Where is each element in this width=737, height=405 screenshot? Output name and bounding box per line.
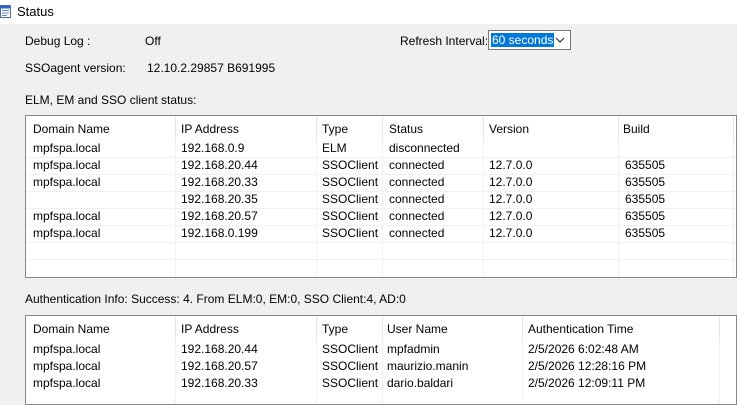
column-header[interactable]: Build: [623, 122, 650, 136]
column-header[interactable]: Domain Name: [33, 122, 110, 136]
cell-build: 635505: [625, 209, 666, 223]
cell-version: 12.7.0.0: [489, 226, 533, 240]
auth-info-table[interactable]: Domain Name IP Address Type User Name Au…: [25, 315, 737, 405]
cell-domain: mpfspa.local: [33, 376, 101, 390]
table-row[interactable]: mpfspa.local 192.168.20.57 SSOClient con…: [26, 208, 736, 226]
cell-build: 635505: [625, 158, 666, 172]
cell-ip: 192.168.20.44: [181, 158, 258, 172]
table-row[interactable]: mpfspa.local 192.168.20.44 SSOClient mpf…: [26, 341, 736, 358]
cell-ip: 192.168.20.44: [181, 342, 258, 356]
cell-ip: 192.168.0.199: [181, 226, 258, 240]
cell-status: connected: [389, 158, 445, 172]
window-title: Status: [17, 4, 54, 19]
app-window-icon: [0, 5, 11, 18]
cell-status: connected: [389, 192, 445, 206]
cell-domain: mpfspa.local: [33, 175, 101, 189]
cell-status: connected: [389, 175, 445, 189]
cell-version: 12.7.0.0: [489, 192, 533, 206]
cell-user: mpfadmin: [387, 342, 440, 356]
cell-version: 12.7.0.0: [489, 209, 533, 223]
table-row[interactable]: mpfspa.local 192.168.20.33 SSOClient dar…: [26, 375, 736, 392]
cell-status: connected: [389, 226, 445, 240]
table-row[interactable]: 192.168.20.35 SSOClient connected 12.7.0…: [26, 191, 736, 209]
cell-ip: 192.168.0.9: [181, 141, 245, 155]
cell-build: 635505: [625, 192, 666, 206]
cell-type: SSOClient: [322, 342, 379, 356]
table-row[interactable]: mpfspa.local 192.168.0.9 ELM disconnecte…: [26, 140, 736, 158]
cell-auth-time: 2/5/2026 12:28:16 PM: [528, 359, 647, 373]
column-header[interactable]: Status: [389, 122, 423, 136]
cell-status: connected: [389, 209, 445, 223]
cell-type: ELM: [322, 141, 347, 155]
debug-log-label: Debug Log :: [25, 34, 91, 48]
ssoagent-version-label: SSOagent version:: [25, 61, 126, 75]
cell-type: SSOClient: [322, 209, 379, 223]
cell-build: 635505: [625, 226, 666, 240]
cell-ip: 192.168.20.33: [181, 175, 258, 189]
cell-domain: mpfspa.local: [33, 342, 101, 356]
cell-auth-time: 2/5/2026 6:02:48 AM: [528, 342, 639, 356]
cell-type: SSOClient: [322, 226, 379, 240]
cell-type: SSOClient: [322, 158, 379, 172]
cell-domain: mpfspa.local: [33, 158, 101, 172]
cell-ip: 192.168.20.33: [181, 376, 258, 390]
refresh-interval-select[interactable]: 60 seconds: [488, 30, 571, 50]
column-header[interactable]: IP Address: [181, 122, 239, 136]
cell-user: maurizio.manin: [387, 359, 469, 373]
cell-type: SSOClient: [322, 359, 379, 373]
column-header[interactable]: IP Address: [181, 322, 239, 336]
auth-info-label: Authentication Info: Success: 4. From EL…: [25, 292, 406, 306]
column-header[interactable]: Authentication Time: [528, 322, 633, 336]
client-status-table[interactable]: Domain Name IP Address Type Status Versi…: [25, 115, 737, 278]
cell-version: 12.7.0.0: [489, 175, 533, 189]
ssoagent-version-value: 12.10.2.29857 B691995: [147, 61, 276, 75]
refresh-interval-label: Refresh Interval:: [400, 34, 489, 48]
cell-ip: 192.168.20.57: [181, 359, 258, 373]
cell-type: SSOClient: [322, 175, 379, 189]
cell-ip: 192.168.20.35: [181, 192, 258, 206]
cell-domain: mpfspa.local: [33, 141, 101, 155]
refresh-interval-value: 60 seconds: [491, 33, 555, 47]
cell-user: dario.baldari: [387, 376, 454, 390]
column-header[interactable]: Domain Name: [33, 322, 110, 336]
column-header[interactable]: Version: [489, 122, 529, 136]
table-row[interactable]: mpfspa.local 192.168.20.57 SSOClient mau…: [26, 358, 736, 375]
chevron-down-icon: [555, 37, 565, 43]
cell-version: 12.7.0.0: [489, 158, 533, 172]
table-row[interactable]: mpfspa.local 192.168.0.199 SSOClient con…: [26, 225, 736, 243]
cell-type: SSOClient: [322, 192, 379, 206]
cell-ip: 192.168.20.57: [181, 209, 258, 223]
cell-status: disconnected: [389, 141, 460, 155]
title-bar[interactable]: Status: [0, 0, 737, 24]
column-header[interactable]: User Name: [387, 322, 448, 336]
cell-domain: mpfspa.local: [33, 359, 101, 373]
table-row[interactable]: mpfspa.local 192.168.20.33 SSOClient con…: [26, 174, 736, 192]
column-header[interactable]: Type: [322, 322, 348, 336]
table-row[interactable]: mpfspa.local 192.168.20.44 SSOClient con…: [26, 157, 736, 175]
cell-auth-time: 2/5/2026 12:09:11 PM: [528, 376, 646, 390]
table-header: Domain Name IP Address Type User Name Au…: [26, 316, 736, 340]
empty-row: [26, 242, 736, 260]
cell-domain: mpfspa.local: [33, 226, 101, 240]
debug-log-value: Off: [145, 34, 161, 48]
cell-domain: mpfspa.local: [33, 209, 101, 223]
cell-build: 635505: [625, 175, 666, 189]
column-header[interactable]: Type: [322, 122, 348, 136]
client-status-label: ELM, EM and SSO client status:: [25, 93, 197, 107]
cell-type: SSOClient: [322, 376, 379, 390]
table-header: Domain Name IP Address Type Status Versi…: [26, 116, 736, 140]
